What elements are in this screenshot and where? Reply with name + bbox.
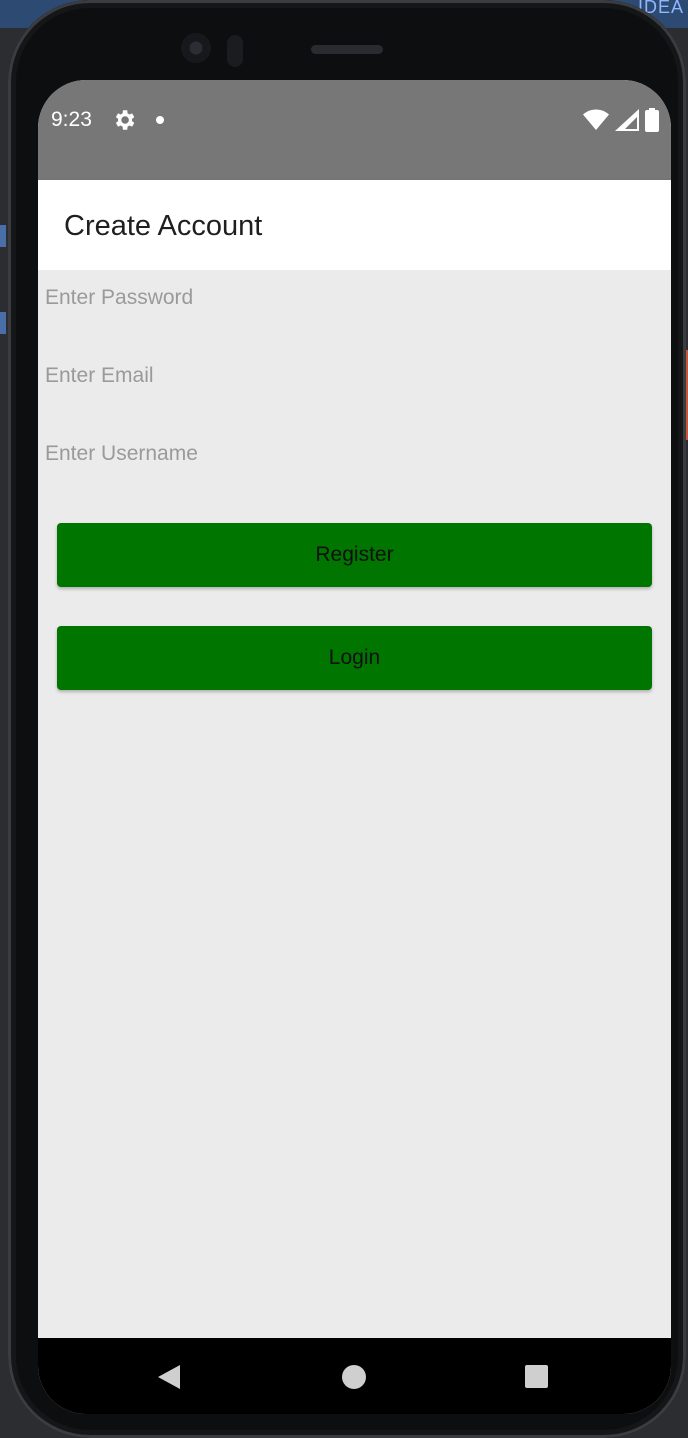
app-bar: Create Account (38, 180, 671, 270)
home-icon[interactable] (342, 1365, 366, 1389)
wifi-icon (583, 109, 609, 130)
password-field[interactable] (45, 278, 645, 318)
front-camera (181, 33, 211, 63)
login-button[interactable]: Login (57, 626, 652, 690)
battery-icon (645, 108, 659, 132)
status-time: 9:23 (51, 108, 92, 131)
gear-icon (115, 110, 135, 130)
status-system-icons (583, 108, 659, 132)
proximity-sensor (227, 35, 243, 67)
ide-left-marker (0, 225, 6, 247)
status-bar: 9:23 (38, 80, 671, 180)
navigation-bar (38, 1338, 671, 1414)
register-button[interactable]: Register (57, 523, 652, 587)
ide-left-marker (0, 312, 6, 334)
back-icon[interactable] (158, 1365, 180, 1389)
phone-frame: 9:23 Create Account Enter Email Enter Us… (8, 0, 686, 1438)
username-field[interactable] (45, 434, 645, 474)
email-field[interactable] (45, 356, 645, 396)
earpiece-speaker (311, 45, 383, 54)
signal-icon (615, 109, 639, 131)
device-screen: 9:23 Create Account Enter Email Enter Us… (38, 80, 671, 1414)
notification-dot-icon (156, 116, 164, 124)
recents-icon[interactable] (525, 1365, 548, 1388)
registration-form: Register Login (38, 270, 671, 1338)
page-title: Create Account (64, 210, 263, 242)
